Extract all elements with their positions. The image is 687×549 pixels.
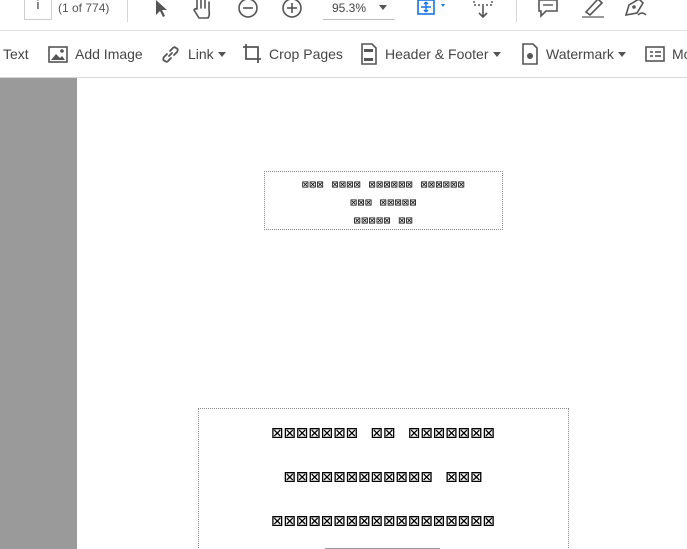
header-line-1: ⊠⊠⊠ ⊠⊠⊠⊠ ⊠⊠⊠⊠⊠⊠ ⊠⊠⊠⊠⊠⊠	[301, 177, 466, 191]
image-icon	[48, 45, 68, 63]
highlight-pen-icon[interactable]	[580, 0, 606, 19]
header-footer-label: Header & Footer	[385, 46, 489, 62]
zoom-out-icon[interactable]	[237, 0, 259, 19]
document-page[interactable]: ⊠⊠⊠ ⊠⊠⊠⊠ ⊠⊠⊠⊠⊠⊠ ⊠⊠⊠⊠⊠⊠ ⊠⊠⊠ ⊠⊠⊠⊠⊠ ⊠⊠⊠⊠⊠ ⊠…	[77, 78, 687, 549]
more-button[interactable]: Mo	[645, 31, 687, 77]
chevron-down-icon	[217, 51, 226, 57]
chevron-down-icon	[617, 51, 626, 57]
watermark-button[interactable]: Watermark	[521, 31, 626, 77]
edit-text-label: Text	[3, 46, 29, 62]
add-image-label: Add Image	[75, 46, 143, 62]
header-footer-icon	[361, 43, 377, 65]
toolbar-divider	[516, 0, 517, 22]
page-number-input[interactable]: i	[24, 0, 52, 20]
chevron-down-icon	[492, 51, 501, 57]
more-icon	[645, 46, 665, 62]
watermark-label: Watermark	[546, 46, 614, 62]
edit-text-button[interactable]: Text	[3, 31, 29, 77]
chevron-down-icon	[379, 5, 387, 10]
fit-page-icon[interactable]	[416, 0, 450, 18]
editable-text-box-header[interactable]: ⊠⊠⊠ ⊠⊠⊠⊠ ⊠⊠⊠⊠⊠⊠ ⊠⊠⊠⊠⊠⊠ ⊠⊠⊠ ⊠⊠⊠⊠⊠ ⊠⊠⊠⊠⊠ ⊠…	[264, 171, 503, 230]
header-line-3: ⊠⊠⊠⊠⊠ ⊠⊠	[353, 213, 414, 227]
watermark-icon	[522, 43, 538, 65]
link-icon	[162, 45, 179, 63]
title-line-1: ⊠⊠⊠⊠⊠⊠⊠ ⊠⊠ ⊠⊠⊠⊠⊠⊠⊠	[271, 422, 496, 444]
editable-text-box-title[interactable]: ⊠⊠⊠⊠⊠⊠⊠ ⊠⊠ ⊠⊠⊠⊠⊠⊠⊠ ⊠⊠⊠⊠⊠⊠⊠⊠⊠⊠⊠⊠ ⊠⊠⊠ ⊠⊠⊠⊠…	[198, 408, 569, 549]
link-button[interactable]: Link	[160, 31, 226, 77]
select-arrow-icon[interactable]	[153, 0, 169, 18]
title-line-2: ⊠⊠⊠⊠⊠⊠⊠⊠⊠⊠⊠⊠ ⊠⊠⊠	[283, 466, 484, 488]
left-navigation-pane	[0, 78, 77, 549]
sign-pen-icon[interactable]	[623, 0, 649, 19]
top-toolbar: i (1 of 774) 95.3%	[0, 0, 687, 31]
zoom-level-select[interactable]: 95.3%	[323, 0, 395, 20]
zoom-level-value: 95.3%	[332, 1, 367, 15]
add-image-button[interactable]: Add Image	[48, 31, 143, 77]
crop-pages-button[interactable]: Crop Pages	[242, 31, 343, 77]
title-line-3: ⊠⊠⊠⊠⊠⊠⊠⊠⊠⊠⊠⊠⊠⊠⊠⊠⊠⊠	[271, 510, 496, 532]
page-count-label: (1 of 774)	[58, 1, 110, 15]
download-icon[interactable]	[472, 0, 494, 20]
comment-icon[interactable]	[537, 0, 559, 18]
more-label: Mo	[672, 46, 687, 62]
crop-pages-label: Crop Pages	[269, 46, 343, 62]
header-footer-button[interactable]: Header & Footer	[360, 31, 501, 77]
toolbar-divider	[127, 0, 128, 22]
crop-icon	[243, 44, 261, 63]
link-label: Link	[188, 46, 214, 62]
header-line-2: ⊠⊠⊠ ⊠⊠⊠⊠⊠	[350, 195, 417, 209]
zoom-in-icon[interactable]	[281, 0, 303, 19]
hand-tool-icon[interactable]	[192, 0, 216, 20]
